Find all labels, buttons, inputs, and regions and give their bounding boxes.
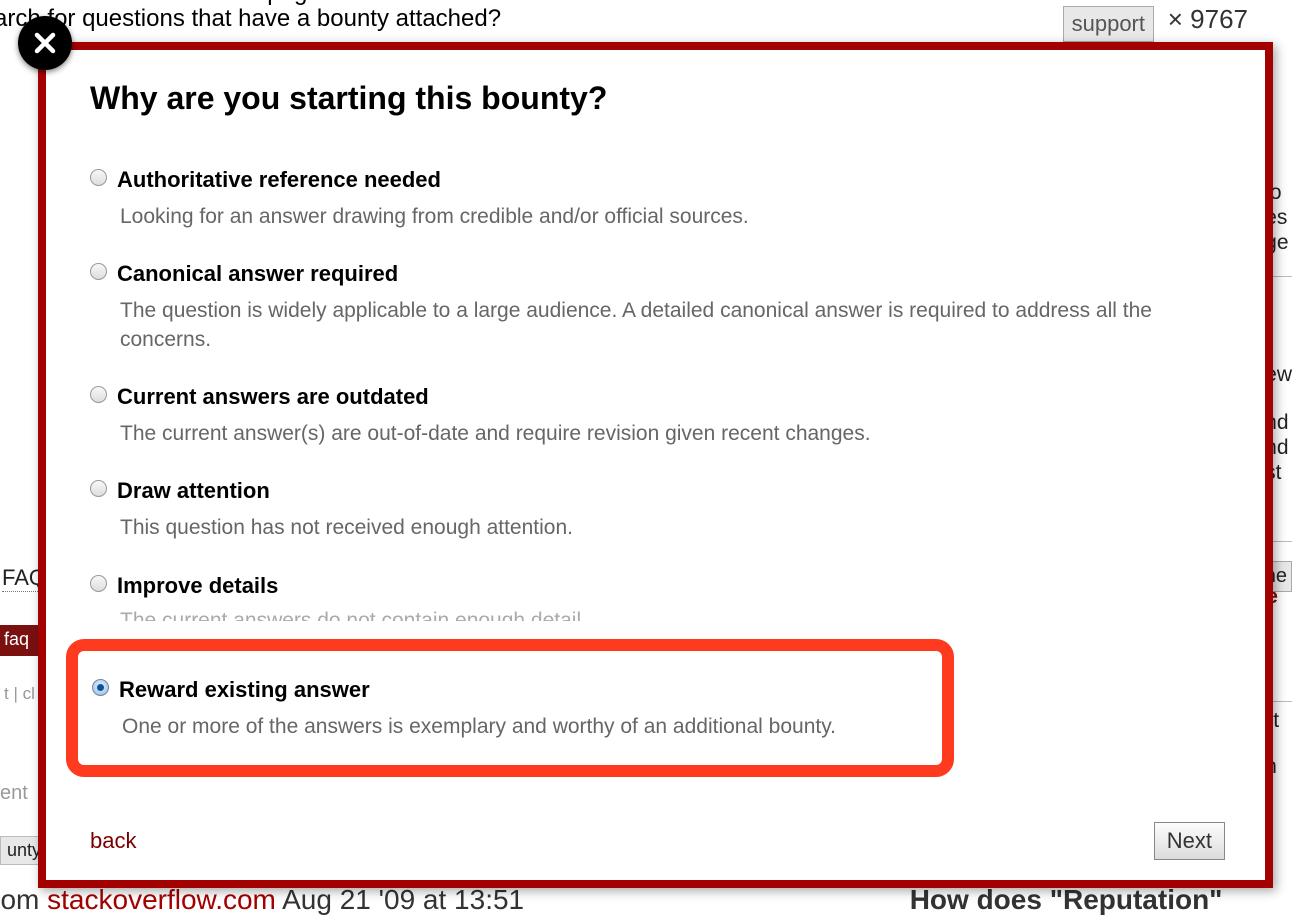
option-reward-existing[interactable]: Reward existing answer xyxy=(92,677,920,703)
option-label: Improve details xyxy=(117,573,278,599)
option-authoritative-reference[interactable]: Authoritative reference needed xyxy=(90,167,1221,193)
radio-icon[interactable] xyxy=(90,386,107,403)
source-link[interactable]: stackoverflow.com xyxy=(47,884,276,915)
option-description: This question has not received enough at… xyxy=(120,514,1221,542)
option-label: Authoritative reference needed xyxy=(117,167,441,193)
modal-title: Why are you starting this bounty? xyxy=(90,80,1221,117)
option-improve-details[interactable]: Improve details xyxy=(90,573,1221,599)
next-button[interactable]: Next xyxy=(1154,822,1225,860)
option-description: The question is widely applicable to a l… xyxy=(120,297,1221,354)
highlighted-option-reward-existing: Reward existing answer One or more of th… xyxy=(66,639,954,777)
faq-tag[interactable]: faq xyxy=(0,625,39,656)
radio-icon[interactable] xyxy=(90,169,107,186)
back-button[interactable]: back xyxy=(90,828,136,854)
option-draw-attention[interactable]: Draw attention xyxy=(90,478,1221,504)
option-label: Current answers are outdated xyxy=(117,384,429,410)
x-icon xyxy=(33,31,57,55)
option-description: Looking for an answer drawing from credi… xyxy=(120,203,1221,231)
radio-icon[interactable] xyxy=(90,263,107,280)
option-label: Draw attention xyxy=(117,478,270,504)
radio-icon[interactable] xyxy=(92,679,109,696)
migrated-footer: d from stackoverflow.com Aug 21 '09 at 1… xyxy=(0,884,1222,916)
support-tag[interactable]: support xyxy=(1063,6,1154,42)
option-outdated-answers[interactable]: Current answers are outdated xyxy=(90,384,1221,410)
option-label: Canonical answer required xyxy=(117,261,398,287)
option-description-truncated: The current answers do not contain enoug… xyxy=(120,609,1221,621)
radio-icon[interactable] xyxy=(90,480,107,497)
option-description: One or more of the answers is exemplary … xyxy=(122,713,920,741)
option-canonical-answer[interactable]: Canonical answer required xyxy=(90,261,1221,287)
bg-fragment: ent xyxy=(0,782,28,805)
bg-fragment: t | cl xyxy=(4,684,35,704)
bounty-reason-modal: Why are you starting this bounty? Author… xyxy=(38,42,1273,888)
tag-count: × 9767 xyxy=(1168,4,1248,35)
option-label: Reward existing answer xyxy=(119,677,370,703)
radio-icon[interactable] xyxy=(90,575,107,592)
close-icon[interactable] xyxy=(18,16,72,70)
option-description: The current answer(s) are out-of-date an… xyxy=(120,420,1221,448)
